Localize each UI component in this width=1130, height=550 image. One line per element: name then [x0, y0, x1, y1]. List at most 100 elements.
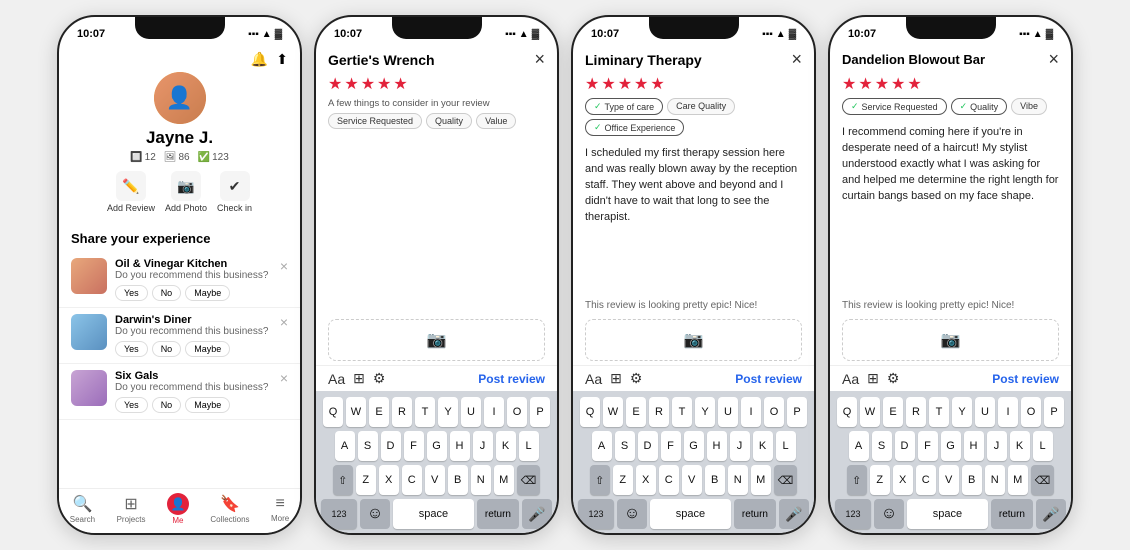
key-emoji-2[interactable]: ☺ [360, 499, 390, 529]
post-review-btn-4[interactable]: Post review [992, 372, 1059, 386]
key-f-2[interactable]: F [404, 431, 424, 461]
key-q-2[interactable]: Q [323, 397, 343, 427]
star4-2[interactable]: ★ [858, 74, 872, 94]
key-n-2[interactable]: N [471, 465, 491, 495]
star4-3[interactable]: ★ [875, 74, 889, 94]
close-icon-1[interactable]: × [280, 258, 288, 274]
key-shift-2[interactable]: ⇧ [333, 465, 353, 495]
add-photo-button[interactable]: 📷 Add Photo [165, 171, 207, 213]
star3-5[interactable]: ★ [650, 74, 664, 94]
nav-collections[interactable]: 🔖 Collections [210, 494, 249, 524]
key-d-4[interactable]: D [895, 431, 915, 461]
no-btn-1[interactable]: No [152, 285, 182, 301]
star3-2[interactable]: ★ [601, 74, 615, 94]
key-m-4[interactable]: M [1008, 465, 1028, 495]
key-r-3[interactable]: R [649, 397, 669, 427]
key-y-3[interactable]: Y [695, 397, 715, 427]
key-e-4[interactable]: E [883, 397, 903, 427]
key-i-3[interactable]: I [741, 397, 761, 427]
key-b-4[interactable]: B [962, 465, 982, 495]
key-k-4[interactable]: K [1010, 431, 1030, 461]
close-btn-4[interactable]: × [1048, 49, 1059, 70]
key-123-4[interactable]: 123 [835, 499, 871, 529]
maybe-btn-3[interactable]: Maybe [185, 397, 230, 413]
key-delete-3[interactable]: ⌫ [774, 465, 798, 495]
key-u-2[interactable]: U [461, 397, 481, 427]
key-z-4[interactable]: Z [870, 465, 890, 495]
yes-btn-3[interactable]: Yes [115, 397, 148, 413]
tag-service-4[interactable]: ✓ Service Requested [842, 98, 947, 115]
key-l-3[interactable]: L [776, 431, 796, 461]
star-1[interactable]: ★ [328, 74, 342, 94]
text-size-icon-4[interactable]: Aa [842, 371, 859, 387]
star4-5[interactable]: ★ [907, 74, 921, 94]
key-y-2[interactable]: Y [438, 397, 458, 427]
key-delete-4[interactable]: ⌫ [1031, 465, 1055, 495]
review-textarea-3[interactable]: I scheduled my first therapy session her… [573, 140, 814, 296]
key-o-4[interactable]: O [1021, 397, 1041, 427]
key-g-4[interactable]: G [941, 431, 961, 461]
maybe-btn-1[interactable]: Maybe [185, 285, 230, 301]
key-return-2[interactable]: return [477, 499, 519, 529]
add-review-button[interactable]: ✏️ Add Review [107, 171, 155, 213]
key-a-3[interactable]: A [592, 431, 612, 461]
key-emoji-4[interactable]: ☺ [874, 499, 904, 529]
key-shift-3[interactable]: ⇧ [590, 465, 610, 495]
review-textarea-4[interactable]: I recommend coming here if you're in des… [830, 119, 1071, 296]
key-c-3[interactable]: C [659, 465, 679, 495]
yes-btn-1[interactable]: Yes [115, 285, 148, 301]
key-d-2[interactable]: D [381, 431, 401, 461]
key-shift-4[interactable]: ⇧ [847, 465, 867, 495]
close-icon-2[interactable]: × [280, 314, 288, 330]
text-size-icon-3[interactable]: Aa [585, 371, 602, 387]
key-y-4[interactable]: Y [952, 397, 972, 427]
key-o-3[interactable]: O [764, 397, 784, 427]
key-z-3[interactable]: Z [613, 465, 633, 495]
key-b-3[interactable]: B [705, 465, 725, 495]
yes-btn-2[interactable]: Yes [115, 341, 148, 357]
key-u-3[interactable]: U [718, 397, 738, 427]
key-q-4[interactable]: Q [837, 397, 857, 427]
key-n-4[interactable]: N [985, 465, 1005, 495]
key-l-2[interactable]: L [519, 431, 539, 461]
key-t-3[interactable]: T [672, 397, 692, 427]
key-j-4[interactable]: J [987, 431, 1007, 461]
nav-me[interactable]: 👤 Me [167, 493, 189, 525]
tag-value-2[interactable]: Value [476, 113, 516, 129]
post-review-btn-3[interactable]: Post review [735, 372, 802, 386]
star4-1[interactable]: ★ [842, 74, 856, 94]
key-s-2[interactable]: S [358, 431, 378, 461]
tag-vibe-4[interactable]: Vibe [1011, 98, 1047, 115]
maybe-btn-2[interactable]: Maybe [185, 341, 230, 357]
key-i-4[interactable]: I [998, 397, 1018, 427]
photo-upload-2[interactable]: 📷 [328, 319, 545, 361]
key-b-2[interactable]: B [448, 465, 468, 495]
key-l-4[interactable]: L [1033, 431, 1053, 461]
key-w-3[interactable]: W [603, 397, 623, 427]
key-t-2[interactable]: T [415, 397, 435, 427]
key-d-3[interactable]: D [638, 431, 658, 461]
key-g-2[interactable]: G [427, 431, 447, 461]
star3-3[interactable]: ★ [618, 74, 632, 94]
key-x-4[interactable]: X [893, 465, 913, 495]
key-n-3[interactable]: N [728, 465, 748, 495]
key-emoji-3[interactable]: ☺ [617, 499, 647, 529]
key-delete-2[interactable]: ⌫ [517, 465, 541, 495]
key-mic-4[interactable]: 🎤 [1036, 499, 1066, 529]
photo-upload-3[interactable]: 📷 [585, 319, 802, 361]
tag-quality-2[interactable]: Quality [426, 113, 472, 129]
close-btn-2[interactable]: × [534, 49, 545, 70]
key-z-2[interactable]: Z [356, 465, 376, 495]
close-btn-3[interactable]: × [791, 49, 802, 70]
tag-carequality-3[interactable]: Care Quality [667, 98, 735, 115]
key-mic-3[interactable]: 🎤 [779, 499, 809, 529]
post-review-btn-2[interactable]: Post review [478, 372, 545, 386]
key-p-3[interactable]: P [787, 397, 807, 427]
star4-4[interactable]: ★ [891, 74, 905, 94]
plus-icon-3[interactable]: ⊞ [610, 370, 622, 387]
key-a-2[interactable]: A [335, 431, 355, 461]
key-o-2[interactable]: O [507, 397, 527, 427]
key-space-4[interactable]: space [907, 499, 988, 529]
no-btn-2[interactable]: No [152, 341, 182, 357]
plus-icon-4[interactable]: ⊞ [867, 370, 879, 387]
